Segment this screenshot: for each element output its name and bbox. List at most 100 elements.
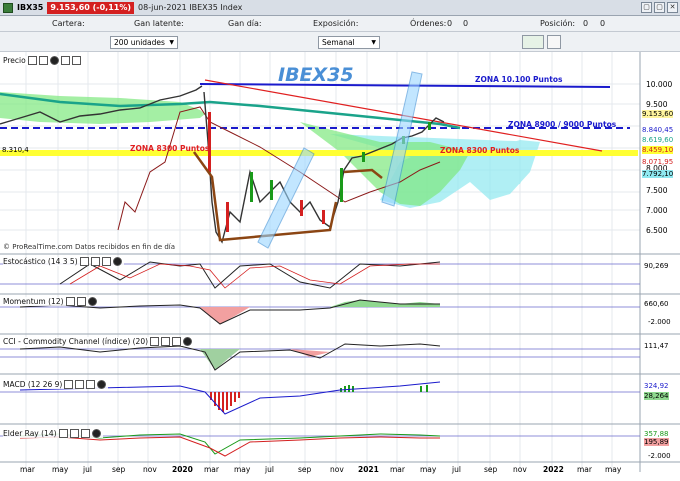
x-tick: mar (20, 465, 35, 474)
y-tick: 7.500 (646, 186, 668, 195)
left-value: 8.310,4 (2, 146, 29, 154)
chart-svg (0, 52, 680, 472)
cci-panel (0, 343, 640, 371)
ordenes-value-2: 0 (463, 19, 469, 28)
cci-title: CCI - Commodity Channel (índice) (20) (3, 337, 149, 346)
x-axis: mar may jul sep nov 2020 mar may jul sep… (0, 465, 640, 479)
momentum-value: 660,60 (644, 300, 669, 308)
price-label: Precio (3, 56, 26, 65)
close-icon[interactable] (183, 337, 193, 346)
layout-icon[interactable] (80, 429, 90, 438)
panel-icon[interactable] (90, 257, 100, 266)
x-tick: mar (390, 465, 405, 474)
title-bar: IBX35 9.153,60 (-0,11%) 08-jun-2021 IBEX… (0, 0, 680, 16)
stochastic-title: Estocástico (14 3 5) (3, 257, 78, 266)
y-tick: 6.500 (646, 226, 668, 235)
price-tag: 8.459,10 (642, 146, 674, 154)
plus-icon[interactable] (60, 56, 70, 65)
maximize-button[interactable]: ▢ (654, 2, 665, 13)
wrench-icon[interactable] (27, 56, 37, 65)
posicion-value-2: 0 (600, 19, 606, 28)
momentum-scale: -2.000 (648, 318, 671, 326)
wrench-icon[interactable] (65, 297, 75, 306)
y-tick: 7.000 (646, 206, 668, 215)
price-tag: 8.071,95 (642, 158, 674, 166)
price-tag: 7.792,10 (642, 170, 674, 178)
macd-signal-value: 28,264 (644, 392, 669, 400)
close-icon[interactable] (87, 297, 97, 306)
stochastic-label: Estocástico (14 3 5) (3, 257, 124, 266)
period-select-value: Semanal (322, 38, 355, 47)
close-icon[interactable] (91, 429, 101, 438)
y-tick: 9.500 (646, 100, 668, 109)
ordenes-value: 0 (447, 19, 453, 28)
toolbar-icons (522, 35, 561, 49)
zone-8300-label-right: ZONA 8300 Puntos (440, 146, 520, 155)
elder-bear-value: 195,89 (644, 438, 669, 446)
x-tick: 2022 (543, 465, 564, 474)
cartera-label: Cartera: (52, 19, 85, 28)
panel-icon[interactable] (69, 429, 79, 438)
gan-dia-label: Gan día: (228, 19, 262, 28)
layout-icon[interactable] (86, 380, 96, 389)
order-bar: Cartera: Gan latente: Gan día: Exposició… (0, 16, 680, 32)
price-badge: 9.153,60 (-0,11%) (47, 1, 135, 14)
chart-area[interactable]: Precio IBEX35 ZONA 10.100 Puntos ZONA 89… (0, 52, 680, 481)
x-tick: sep (112, 465, 126, 474)
stochastic-value: 90,269 (644, 262, 669, 270)
y-tick: 10.000 (646, 80, 673, 89)
cci-value: 111,47 (644, 342, 669, 350)
close-icon[interactable] (97, 380, 107, 389)
close-button[interactable]: ✕ (667, 2, 678, 13)
chevron-down-icon: ▼ (169, 39, 174, 46)
elder-bull-value: 357,88 (644, 430, 669, 438)
x-tick: jul (265, 465, 274, 474)
support-zone-8300 (0, 150, 638, 156)
elder-scale: -2.000 (648, 452, 671, 460)
wrench-icon[interactable] (150, 337, 160, 346)
x-tick: jul (83, 465, 92, 474)
x-tick: may (234, 465, 251, 474)
wrench-icon[interactable] (64, 380, 74, 389)
macd-value: 324,92 (644, 382, 669, 390)
panel-icon[interactable] (76, 297, 86, 306)
momentum-label: Momentum (12) (3, 297, 99, 306)
ordenes-label: Órdenes: (410, 19, 447, 28)
layout-icon[interactable] (172, 337, 182, 346)
wrench-icon[interactable] (58, 429, 68, 438)
macd-label: MACD (12 26 9) (3, 380, 109, 389)
app-icon (3, 2, 13, 13)
window-buttons: ▢ ▢ ✕ (641, 2, 678, 13)
units-select[interactable]: 200 unidades ▼ (110, 36, 178, 49)
symbol-label: IBX35 (17, 3, 44, 12)
units-select-value: 200 unidades (114, 38, 165, 47)
price-tag: 8.619,60 (642, 136, 674, 144)
layout-icon[interactable] (101, 257, 111, 266)
price-tag: 9.153,60 (642, 110, 674, 118)
wrench-icon[interactable] (79, 257, 89, 266)
layout-icon[interactable] (71, 56, 81, 65)
elder-ray-label: Elder Ray (14) (3, 429, 103, 438)
settings-icon[interactable] (547, 35, 561, 49)
panel-icon[interactable] (38, 56, 48, 65)
chart-type-icon[interactable] (522, 35, 544, 49)
minimize-button[interactable]: ▢ (641, 2, 652, 13)
watermark-title: IBEX35 (278, 64, 354, 86)
panel-icon[interactable] (161, 337, 171, 346)
price-tag: 8.840,45 (642, 126, 674, 134)
posicion-label: Posición: (540, 19, 576, 28)
x-tick: nov (143, 465, 157, 474)
x-tick: 2020 (172, 465, 193, 474)
x-tick: sep (484, 465, 498, 474)
period-select[interactable]: Semanal ▼ (318, 36, 380, 49)
cci-label: CCI - Commodity Channel (índice) (20) (3, 337, 195, 346)
panel-icon[interactable] (75, 380, 85, 389)
x-tick: mar (204, 465, 219, 474)
elder-ray-title: Elder Ray (14) (3, 429, 57, 438)
close-icon[interactable] (49, 56, 59, 65)
exposicion-label: Exposición: (313, 19, 359, 28)
close-icon[interactable] (112, 257, 122, 266)
momentum-title: Momentum (12) (3, 297, 64, 306)
price-panel-label: Precio (3, 56, 83, 65)
x-tick: nov (330, 465, 344, 474)
